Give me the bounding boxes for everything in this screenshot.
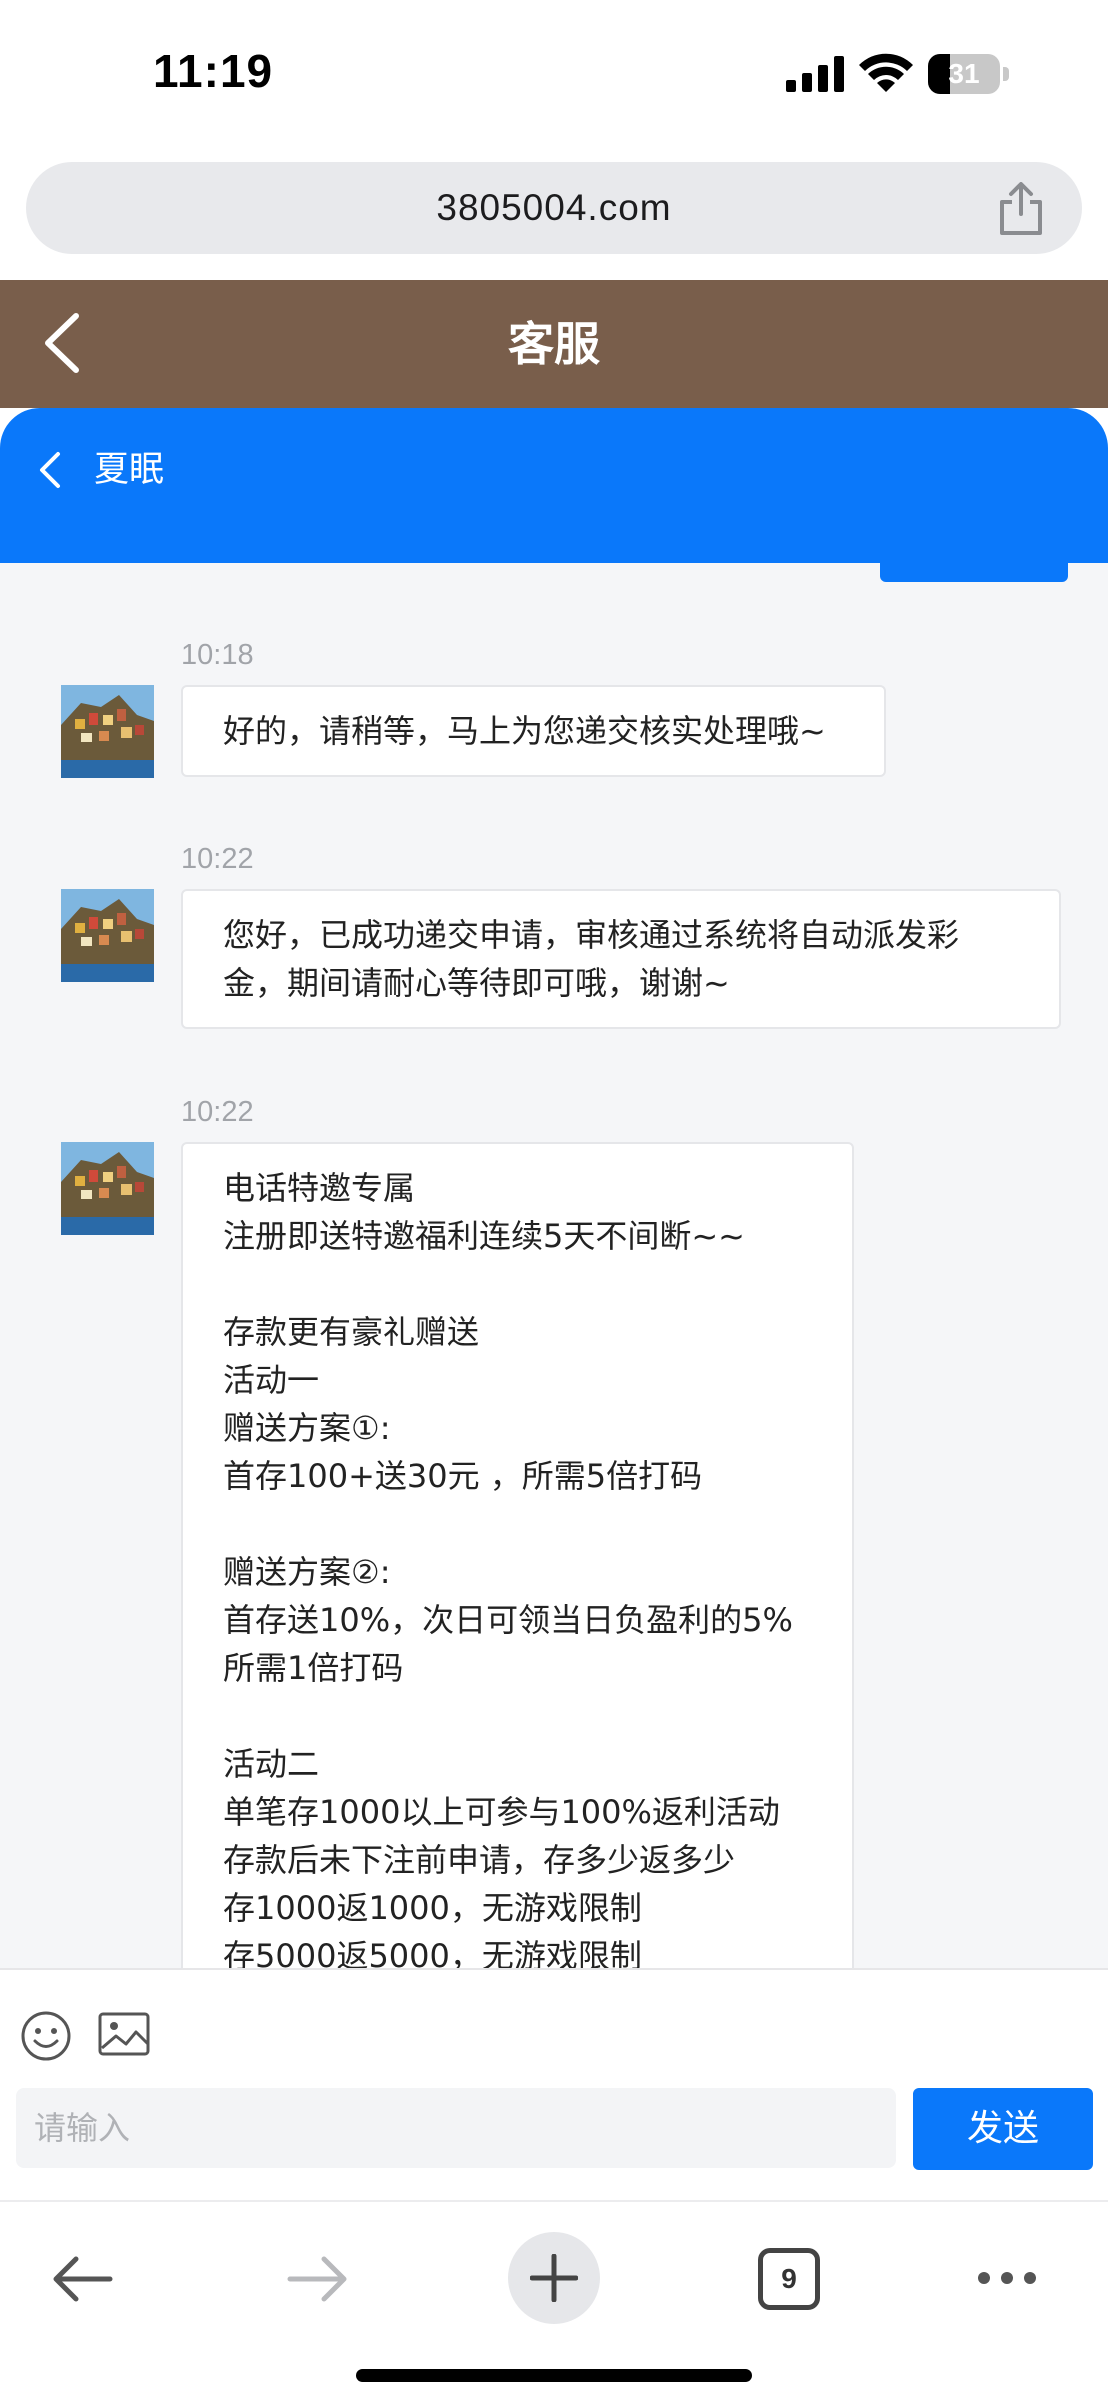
image-icon[interactable] [98, 2010, 150, 2058]
home-indicator [356, 2369, 752, 2382]
agent-avatar [61, 1142, 154, 1235]
more-icon[interactable] [976, 2270, 1038, 2286]
forward-arrow-icon[interactable] [286, 2254, 350, 2304]
message-input[interactable] [16, 2088, 896, 2168]
message-text [223, 1260, 812, 1308]
cellular-signal-icon [786, 56, 844, 92]
message-text: 金，期间请耐心等待即可哦，谢谢~ [223, 964, 730, 1002]
browser-toolbar: 9 [0, 2200, 1108, 2402]
back-arrow-icon[interactable] [50, 2254, 114, 2304]
message-bubble[interactable]: 您好，已成功递交申请，审核通过系统将自动派发彩 金，期间请耐心等待即可哦，谢谢~ [181, 889, 1061, 1029]
emoji-icon[interactable] [20, 2010, 72, 2062]
agent-avatar [61, 889, 154, 982]
message-text: 活动一 [223, 1361, 320, 1399]
message-time: 10:22 [181, 1096, 254, 1128]
message-text: 单笔存1000以上可参与100%返利活动 [223, 1793, 780, 1831]
address-bar[interactable]: 3805004.com [26, 162, 1082, 254]
message-text [223, 1500, 812, 1548]
page-title: 客服 [508, 317, 600, 371]
message-text: 赠送方案①: [223, 1409, 391, 1447]
battery-icon: 31 [928, 54, 1010, 94]
message-text: 活动二 [223, 1745, 320, 1783]
message-text [223, 1692, 812, 1740]
app-header: 客服 [0, 280, 1108, 408]
share-icon[interactable] [996, 182, 1046, 236]
message-text: 存5000返5000，无游戏限制 [223, 1937, 642, 1968]
avatar-image [61, 889, 154, 982]
status-bar: 11:19 31 [0, 0, 1108, 150]
tabs-button[interactable]: 9 [758, 2248, 820, 2310]
message-text: 赠送方案②: [223, 1553, 391, 1591]
plus-icon [530, 2254, 578, 2302]
avatar-image [61, 1142, 154, 1235]
message-time: 10:18 [181, 639, 254, 671]
battery-percent: 31 [948, 58, 980, 89]
agent-avatar [61, 685, 154, 778]
message-text: 您好，已成功递交申请，审核通过系统将自动派发彩 [223, 916, 960, 954]
message-text: 存款更有豪礼赠送 [223, 1313, 480, 1351]
contact-name: 夏眠 [94, 450, 165, 490]
header-tab-stub [880, 563, 1068, 582]
message-text: 所需1倍打码 [223, 1649, 404, 1687]
avatar-image [61, 685, 154, 778]
send-button[interactable]: 发送 [913, 2088, 1093, 2170]
message-text: 存1000返1000，无游戏限制 [223, 1889, 642, 1927]
url-text[interactable]: 3805004.com [26, 162, 1082, 254]
wifi-icon [859, 53, 913, 92]
message-text: 首存100+送30元 ，所需5倍打码 [223, 1457, 703, 1495]
message-bubble[interactable]: 好的，请稍等，马上为您递交核实处理哦~ [181, 685, 886, 777]
chat-header: 夏眠 [0, 408, 1108, 563]
message-text: 电话特邀专属 [223, 1169, 416, 1207]
message-time: 10:22 [181, 843, 254, 875]
message-bubble[interactable]: 电话特邀专属 注册即送特邀福利连续5天不间断~~ 存款更有豪礼赠送 活动一 赠送… [181, 1142, 854, 1968]
message-text: 首存送10%，次日可领当日负盈利的5% [223, 1601, 793, 1639]
message-text: 好的，请稍等，马上为您递交核实处理哦~ [223, 712, 826, 750]
message-text: 存款后未下注前申请，存多少返多少 [223, 1841, 736, 1879]
message-list[interactable]: 10:18 好的，请稍等，马上为您递交核实处理哦~ 10:22 您好，已成功递交… [0, 563, 1108, 1968]
message-text: 注册即送特邀福利连续5天不间断~~ [223, 1217, 745, 1255]
chat-back-icon[interactable] [36, 448, 64, 492]
status-time: 11:19 [153, 45, 274, 97]
new-tab-button[interactable] [508, 2232, 600, 2324]
composer: 发送 [0, 1968, 1108, 2202]
